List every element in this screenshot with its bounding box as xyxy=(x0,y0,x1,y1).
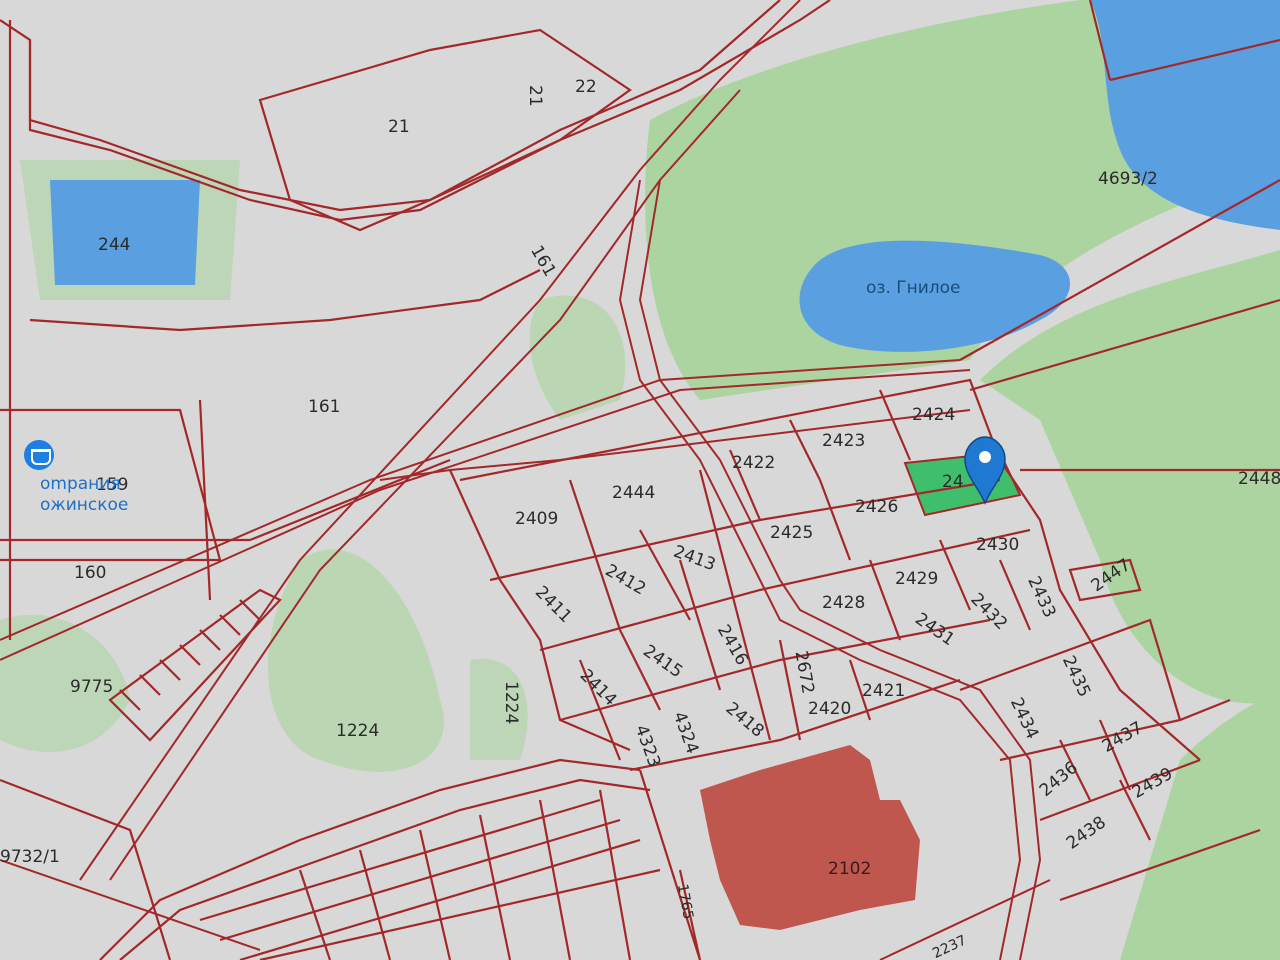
parcel-label: 2409 xyxy=(515,509,558,529)
parcel-label: 2426 xyxy=(855,497,898,517)
shopping-basket-icon[interactable] xyxy=(24,440,54,470)
parcel-label: 1224 xyxy=(501,681,521,724)
parcel-label: 1224 xyxy=(336,721,379,741)
parcel-label: 21 xyxy=(388,117,410,137)
parcel-label: 22 xyxy=(575,77,597,97)
parcel-label: 2444 xyxy=(612,483,655,503)
lake-label: оз. Гнилое xyxy=(866,278,961,298)
selected-parcel-label: 24 xyxy=(942,472,964,492)
parcel-label: 4693/2 xyxy=(1098,169,1158,189)
parcel-label: 2421 xyxy=(862,681,905,701)
parcel-label: 160 xyxy=(74,563,106,583)
parcel-label: 2448 xyxy=(1238,469,1280,489)
parcel-label: 2423 xyxy=(822,431,865,451)
parcel-label: 2102 xyxy=(828,859,871,879)
parcel-label: 2422 xyxy=(732,453,775,473)
parcel-label: 2424 xyxy=(912,405,955,425)
parcel-label: 2420 xyxy=(808,699,851,719)
cadastral-map[interactable]: 21 21 22 244 161 161 159 160 9775 1224 1… xyxy=(0,0,1280,960)
poi-name-line2: ожинское xyxy=(40,495,129,515)
parcel-label: 2429 xyxy=(895,569,938,589)
parcel-label: 161 xyxy=(308,397,340,417)
parcel-label: 9775 xyxy=(70,677,113,697)
parcel-label: 2425 xyxy=(770,523,813,543)
parcel-label: 2430 xyxy=(976,535,1019,555)
parcel-label: 244 xyxy=(98,235,130,255)
parcel-label: 2428 xyxy=(822,593,865,613)
parcel-label: 21 xyxy=(525,85,545,107)
poi-label[interactable]: ompания ожинское xyxy=(40,474,128,516)
parcel-label: 9732/1 xyxy=(0,847,60,867)
poi-name-line1: ompания xyxy=(40,474,121,494)
